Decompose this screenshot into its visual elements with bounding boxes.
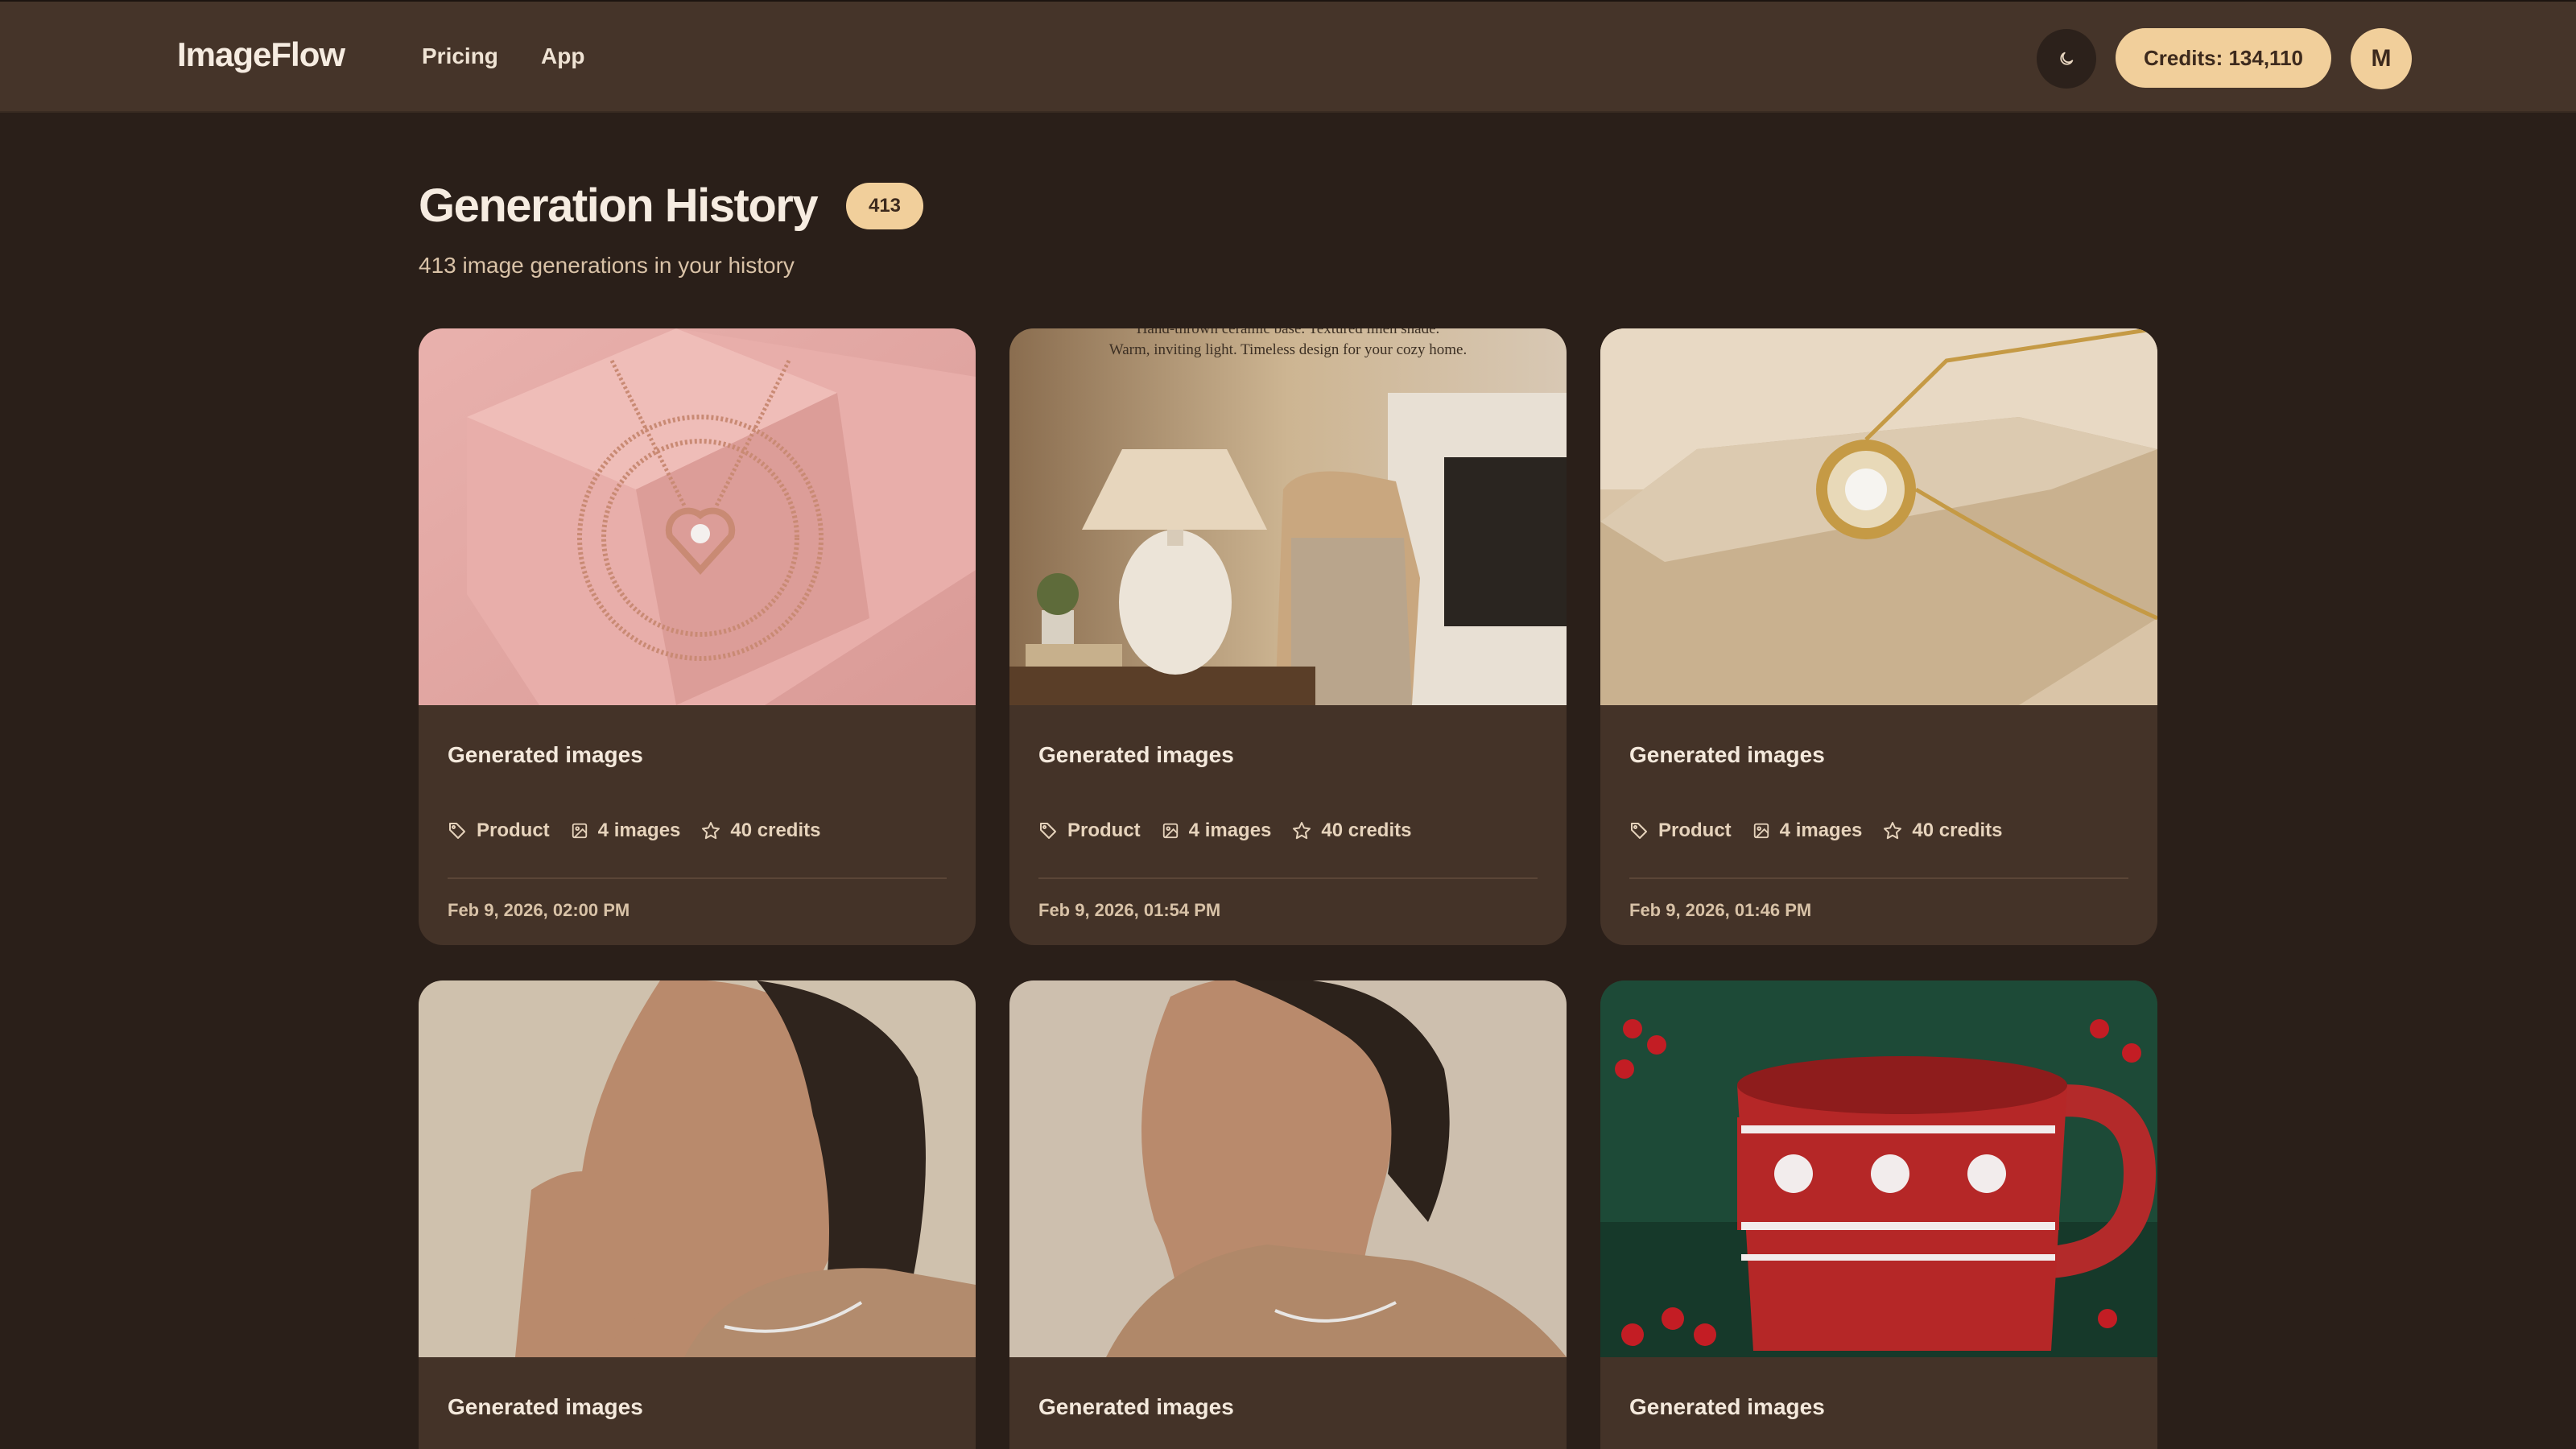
tag-icon	[449, 823, 465, 839]
card-credits: 40 credits	[1292, 819, 1411, 842]
star-icon	[1884, 822, 1902, 840]
moon-icon	[2060, 52, 2074, 65]
card-date: Feb 9, 2026, 01:46 PM	[1629, 900, 1812, 920]
page-subtitle: 413 image generations in your history	[419, 253, 795, 278]
thumbnail-caption-line-1: Hand-thrown ceramic base. Textured linen…	[1137, 328, 1440, 337]
card-thumbnail[interactable]	[419, 980, 976, 1357]
card-title: Generated images	[1629, 742, 1825, 767]
tag-icon	[1040, 823, 1056, 839]
history-card[interactable]: Generated images	[1600, 980, 2157, 1449]
card-credits-label: 40 credits	[1321, 819, 1412, 841]
card-thumbnail[interactable]	[1009, 980, 1567, 1357]
card-category: Product	[1038, 819, 1141, 842]
card-image-count-label: 4 images	[597, 819, 681, 841]
credits-button[interactable]: Credits: 134,110	[2116, 28, 2331, 88]
card-category-label: Product	[1658, 819, 1732, 841]
card-thumbnail[interactable]: Hand-thrown ceramic base. Textured linen…	[1009, 328, 1567, 705]
card-meta: Product 4 images 40 credits	[1038, 819, 1432, 842]
history-card[interactable]: Generated images	[1009, 980, 1567, 1449]
history-card[interactable]: Generated images	[419, 980, 976, 1449]
card-title: Generated images	[448, 1394, 643, 1419]
card-category-label: Product	[477, 819, 550, 841]
card-category: Product	[448, 819, 550, 842]
card-meta: Product 4 images 40 credits	[1629, 819, 2023, 842]
card-credits-label: 40 credits	[730, 819, 821, 841]
card-category: Product	[1629, 819, 1732, 842]
card-meta: Product 4 images 40 credits	[448, 819, 841, 842]
christmas-mug-thumbnail-image	[1600, 980, 2157, 1357]
tag-icon	[1631, 823, 1647, 839]
lamp-thumbnail-image: Hand-thrown ceramic base. Textured linen…	[1009, 328, 1567, 705]
star-icon	[702, 822, 720, 840]
necklace-thumbnail-image	[419, 328, 976, 705]
card-divider	[448, 877, 947, 879]
card-image-count: 4 images	[571, 819, 681, 842]
history-card[interactable]: Generated images Product 4 images 40 cre…	[1600, 328, 2157, 945]
card-title: Generated images	[1038, 742, 1234, 767]
history-count-badge: 413	[846, 183, 923, 229]
card-credits-label: 40 credits	[1912, 819, 2003, 841]
card-credits: 40 credits	[701, 819, 820, 842]
card-date: Feb 9, 2026, 02:00 PM	[448, 900, 630, 920]
nav-link-app[interactable]: App	[541, 43, 584, 69]
card-credits: 40 credits	[1883, 819, 2002, 842]
nav-link-pricing[interactable]: Pricing	[422, 43, 498, 69]
card-category-label: Product	[1067, 819, 1141, 841]
card-divider	[1038, 877, 1538, 879]
card-divider	[1629, 877, 2128, 879]
card-date: Feb 9, 2026, 01:54 PM	[1038, 900, 1221, 920]
card-image-count: 4 images	[1752, 819, 1863, 842]
history-card[interactable]: Hand-thrown ceramic base. Textured linen…	[1009, 328, 1567, 945]
card-image-count-label: 4 images	[1779, 819, 1863, 841]
thumbnail-caption-line-2: Warm, inviting light. Timeless design fo…	[1109, 341, 1467, 358]
image-icon	[1753, 823, 1769, 839]
page-title: Generation History	[419, 180, 819, 232]
card-thumbnail[interactable]	[1600, 980, 2157, 1357]
history-card[interactable]: Generated images Product 4 images 40 cre…	[419, 328, 976, 945]
image-icon	[1162, 823, 1178, 839]
star-icon	[1293, 822, 1311, 840]
pendant-thumbnail-image	[1600, 328, 2157, 705]
card-thumbnail[interactable]	[419, 328, 976, 705]
theme-toggle-button[interactable]	[2037, 29, 2096, 89]
card-title: Generated images	[1038, 1394, 1234, 1419]
model-portrait-thumbnail-image	[1009, 980, 1567, 1357]
card-image-count-label: 4 images	[1188, 819, 1272, 841]
image-icon	[572, 823, 587, 839]
card-image-count: 4 images	[1162, 819, 1272, 842]
top-navigation-bar: ImageFlow Pricing App Credits: 134,110 M	[0, 0, 2576, 113]
card-title: Generated images	[1629, 1394, 1825, 1419]
model-profile-thumbnail-image	[419, 980, 976, 1357]
app-logo[interactable]: ImageFlow	[177, 35, 345, 74]
card-title: Generated images	[448, 742, 643, 767]
card-thumbnail[interactable]	[1600, 328, 2157, 705]
user-avatar[interactable]: M	[2351, 28, 2412, 89]
